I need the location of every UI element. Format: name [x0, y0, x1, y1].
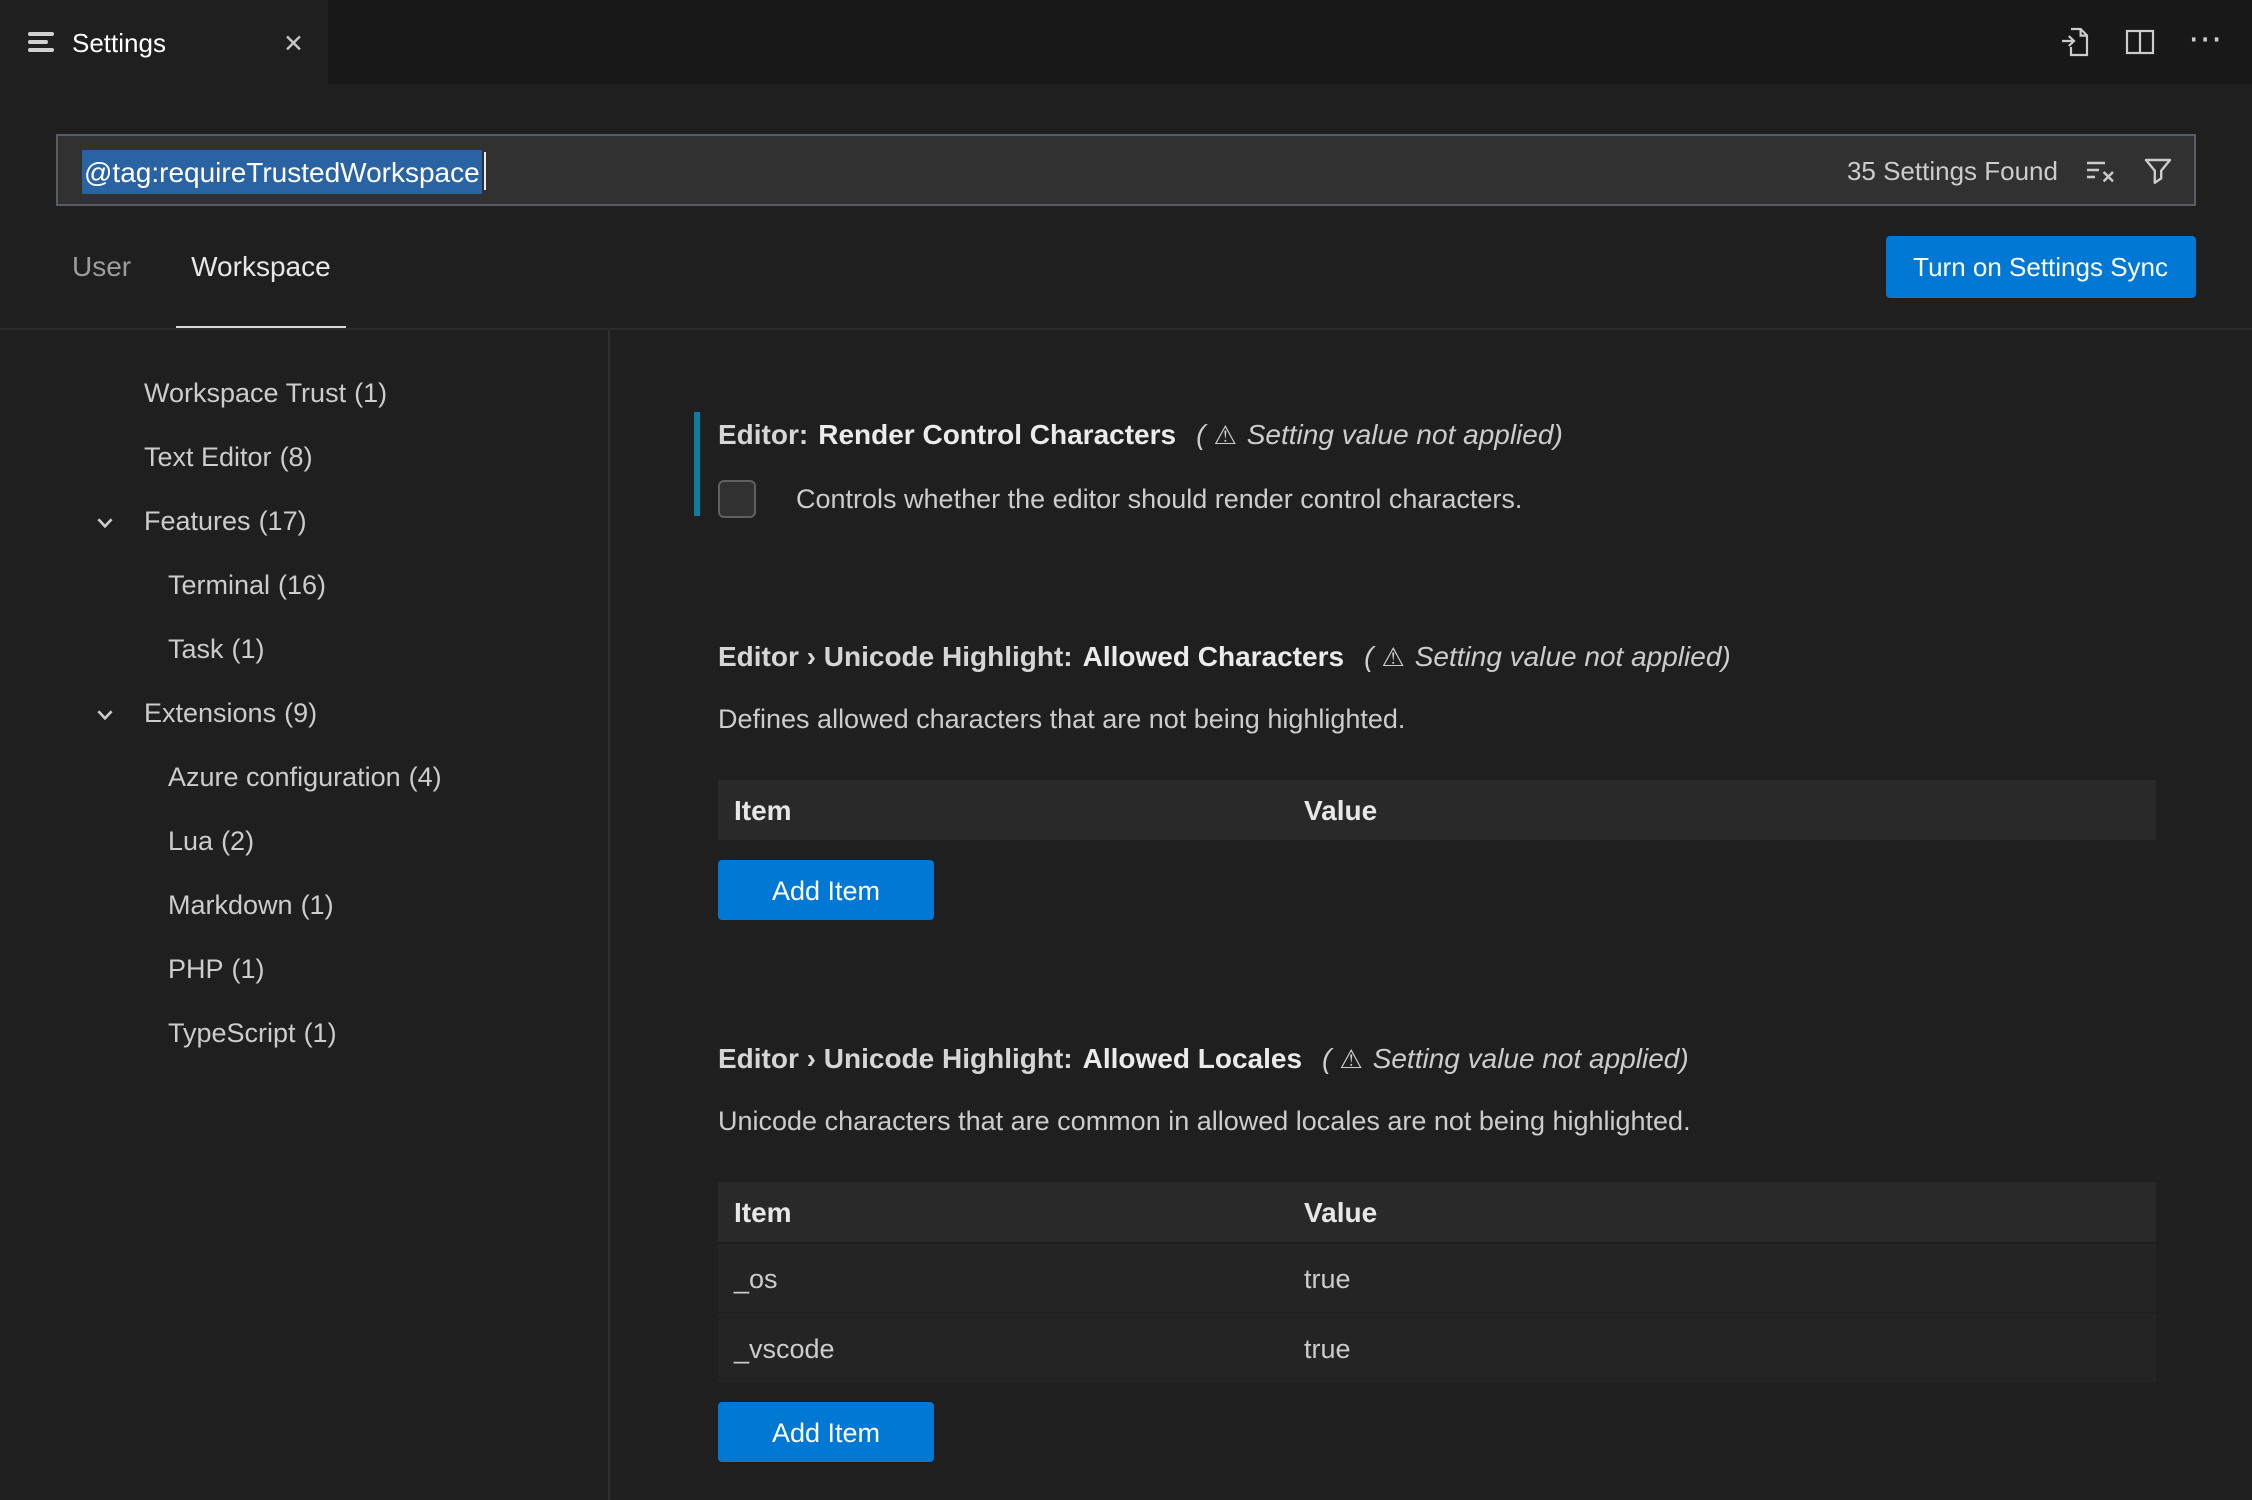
tab-settings[interactable]: Settings ✕	[0, 0, 328, 84]
setting-description: Defines allowed characters that are not …	[718, 704, 1406, 734]
setting-description: Controls whether the editor should rende…	[796, 484, 1523, 514]
toc-item-terminal[interactable]: Terminal (16)	[0, 554, 608, 618]
selected-text: @tag:requireTrustedWorkspace	[82, 149, 482, 193]
toc-item-text-editor[interactable]: Text Editor (8)	[0, 426, 608, 490]
row-item-cell: _os	[734, 1263, 778, 1293]
settings-toc: Workspace Trust (1) Text Editor (8) Featur…	[0, 330, 610, 1500]
close-icon[interactable]: ✕	[279, 23, 308, 61]
setting-title: Editor › Unicode Highlight: Allowed Chara…	[718, 640, 1731, 672]
setting-not-applied-annotation: (⚠ Setting value not applied)	[1196, 418, 1563, 450]
column-header-value: Value	[1304, 1196, 1378, 1228]
settings-body: Workspace Trust (1) Text Editor (8) Featur…	[0, 330, 2252, 1500]
tab-workspace-label: Workspace	[191, 250, 331, 282]
setting-title: Editor › Unicode Highlight: Allowed Local…	[718, 1042, 1689, 1074]
toc-item-extensions[interactable]: Extensions (9)	[0, 682, 608, 746]
toc-item-azure-configuration[interactable]: Azure configuration (4)	[0, 746, 608, 810]
table-row[interactable]: _os true	[718, 1242, 2156, 1312]
search-controls: 35 Settings Found	[1847, 154, 2174, 186]
settings-list: Editor: Render Control Characters(⚠ Settin…	[610, 330, 2252, 1500]
more-actions-icon[interactable]: ⋯	[2188, 21, 2224, 63]
warning-icon: ⚠	[1213, 420, 1237, 450]
row-value-cell: true	[1304, 1333, 1351, 1363]
allowed-locales-table: Item Value _os true _vscode true	[718, 1182, 2156, 1382]
setting-description: Unicode characters that are common in al…	[718, 1106, 1691, 1136]
column-header-item: Item	[734, 1196, 792, 1228]
row-value-cell: true	[1304, 1263, 1351, 1293]
setting-not-applied-annotation: (⚠ Setting value not applied)	[1364, 640, 1731, 672]
editor-tab-bar: Settings ✕ ⋯	[0, 0, 2252, 84]
filter-icon[interactable]	[2142, 154, 2174, 186]
chevron-down-icon[interactable]	[94, 490, 116, 554]
add-item-button[interactable]: Add Item	[718, 1402, 935, 1462]
chevron-down-icon[interactable]	[94, 682, 116, 746]
settings-header: User Workspace Turn on Settings Sync	[0, 206, 2252, 330]
tab-user[interactable]: User	[56, 206, 147, 328]
column-header-item: Item	[734, 794, 792, 826]
tab-title: Settings	[72, 27, 166, 57]
split-editor-icon[interactable]	[2124, 26, 2156, 58]
clear-settings-search-icon[interactable]	[2084, 154, 2116, 186]
row-item-cell: _vscode	[734, 1333, 835, 1363]
setting-unicode-highlight-allowed-characters: Editor › Unicode Highlight: Allowed Chara…	[718, 632, 2252, 920]
open-settings-json-icon[interactable]	[2060, 26, 2092, 58]
settings-search-input[interactable]: @tag:requireTrustedWorkspace 35 Settings…	[56, 134, 2196, 206]
setting-title: Editor: Render Control Characters(⚠ Settin…	[718, 418, 1563, 450]
toc-item-typescript[interactable]: TypeScript (1)	[0, 1002, 608, 1066]
render-control-characters-checkbox[interactable]	[718, 480, 756, 518]
toc-item-features[interactable]: Features (17)	[0, 490, 608, 554]
setting-unicode-highlight-allowed-locales: Editor › Unicode Highlight: Allowed Local…	[718, 1034, 2252, 1462]
toc-item-workspace-trust[interactable]: Workspace Trust (1)	[0, 362, 608, 426]
column-header-value: Value	[1304, 794, 1378, 826]
table-header: Item Value	[718, 780, 2156, 840]
tab-user-label: User	[72, 250, 132, 282]
toc-item-php[interactable]: PHP (1)	[0, 938, 608, 1002]
setting-control-row: Controls whether the editor should rende…	[718, 480, 2252, 518]
warning-icon: ⚠	[1381, 642, 1405, 672]
toc-item-task[interactable]: Task (1)	[0, 618, 608, 682]
setting-not-applied-annotation: (⚠ Setting value not applied)	[1322, 1042, 1689, 1074]
settings-tab-icon	[28, 31, 54, 53]
tab-workspace[interactable]: Workspace	[175, 206, 347, 328]
turn-on-settings-sync-button[interactable]: Turn on Settings Sync	[1885, 236, 2196, 298]
search-row: @tag:requireTrustedWorkspace 35 Settings…	[56, 134, 2196, 206]
settings-found-count: 35 Settings Found	[1846, 155, 2058, 185]
setting-render-control-characters: Editor: Render Control Characters(⚠ Settin…	[694, 410, 2252, 518]
editor-actions: ⋯	[2060, 0, 2224, 84]
toc-item-lua[interactable]: Lua (2)	[0, 810, 608, 874]
allowed-characters-table: Item Value	[718, 780, 2156, 840]
vscode-settings-editor: Settings ✕ ⋯ @tag:requireTrustedWorkspac…	[0, 0, 2252, 1500]
search-query-text: @tag:requireTrustedWorkspace	[82, 149, 487, 193]
toc-item-markdown[interactable]: Markdown (1)	[0, 874, 608, 938]
table-header: Item Value	[718, 1182, 2156, 1242]
table-row[interactable]: _vscode true	[718, 1312, 2156, 1382]
add-item-button[interactable]: Add Item	[718, 860, 935, 920]
text-cursor	[483, 151, 487, 189]
warning-icon: ⚠	[1339, 1044, 1363, 1074]
